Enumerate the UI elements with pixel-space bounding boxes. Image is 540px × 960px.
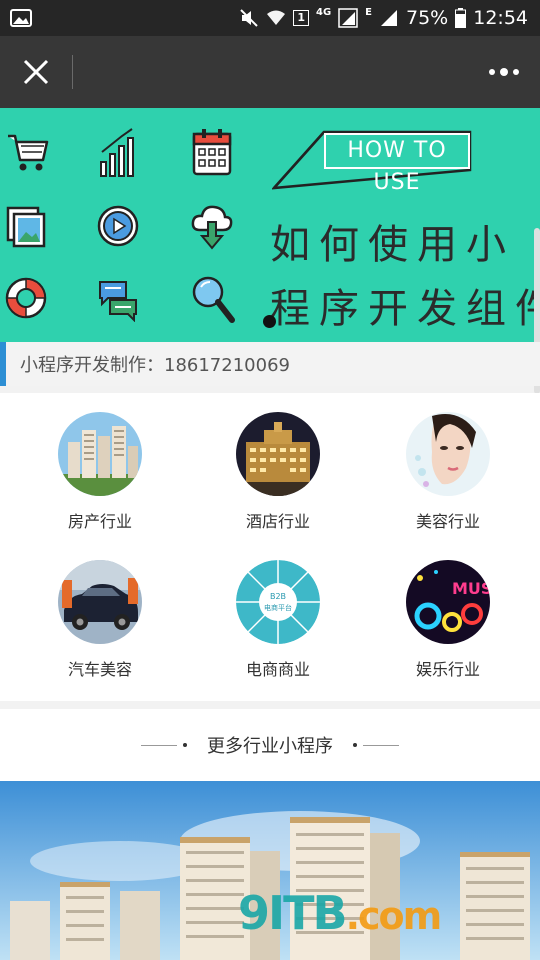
more-industries-label: 更多行业小程序 [207,736,333,757]
lifebuoy-icon [5,277,47,319]
more-dots-icon [489,69,495,75]
entertainment-image: MUSIC [406,560,490,644]
industry-label: 美容行业 [415,512,480,531]
industry-label: 娱乐行业 [415,660,480,679]
how-to-use-banner[interactable]: HOW TO USE 如何使用小 程序开发组件 [0,108,540,342]
divider-dot-right [353,743,357,747]
industry-grid: 房产行业 酒店行业 美容行业 汽车美容 B2B 电商平台 电商商业 MUS 娱乐… [0,393,540,701]
ecommerce-circle-line1: B2B [270,592,286,601]
contact-text: 小程序开发制作：18617210069 [20,355,290,376]
ecommerce-image: B2B 电商平台 [236,560,320,644]
industry-ecommerce[interactable]: B2B 电商平台 电商商业 [188,541,368,689]
site-watermark: 9ITB.com [238,886,443,940]
battery-icon [455,8,467,28]
banner-indicator-dot [263,315,276,328]
divider-right [363,744,399,746]
play-icon [97,205,139,247]
calendar-icon [192,129,232,176]
wifi-icon [266,9,286,27]
more-industries-heading[interactable]: 更多行业小程序 [0,709,540,781]
sim-badge: 1 [293,10,309,26]
search-icon [192,276,235,323]
signal-icon-sim2 [379,8,399,28]
more-dot-center [500,68,508,76]
watermark-suffix: .com [345,894,443,938]
car-care-image [58,560,142,644]
watermark-main: 9ITB [238,886,348,940]
banner-title-line1: 如何使用小 [270,222,515,268]
contact-accent-bar [0,342,6,386]
divider-dot-left [183,743,187,747]
how-to-use-label: HOW TO USE [324,133,470,195]
more-dot-right [513,69,519,75]
industry-real-estate[interactable]: 房产行业 [10,393,190,541]
close-button[interactable] [0,36,72,108]
picture-icon [6,206,46,248]
industry-label: 酒店行业 [245,512,310,531]
banner-title-line2: 程序开发组件 [270,286,540,332]
industry-label: 汽车美容 [67,660,132,679]
mute-icon [239,8,259,28]
signal-icon-sim1 [338,8,358,28]
industry-label: 房产行业 [67,512,132,531]
gallery-notification-icon [10,9,32,27]
contact-line: 小程序开发制作：18617210069 [0,342,540,386]
hotel-image [236,412,320,496]
ecommerce-circle-line2: 电商平台 [264,603,292,612]
title-bar [0,36,540,108]
industry-entertainment[interactable]: MUSIC 娱乐行业 [358,541,538,689]
network-type-label: 4G [315,6,332,18]
bar-chart-icon [100,128,134,177]
industry-beauty[interactable]: 美容行业 [358,393,538,541]
chat-icon [99,281,137,322]
svg-text:MUSIC: MUSIC [452,579,490,598]
cloud-download-icon [191,205,233,250]
industry-hotel[interactable]: 酒店行业 [188,393,368,541]
clock: 12:54 [473,7,528,29]
title-divider [72,55,73,89]
more-button[interactable] [486,60,522,84]
cart-icon [8,134,49,171]
beauty-image [406,412,490,496]
industry-label: 电商商业 [245,660,310,679]
battery-percent: 75% [406,7,449,29]
status-bar: 1 4G E 75% 12:54 [0,0,540,36]
industry-car-care[interactable]: 汽车美容 [10,541,190,689]
real-estate-image [58,412,142,496]
close-icon [23,59,49,85]
edge-label: E [365,6,372,18]
divider-left [141,744,177,746]
